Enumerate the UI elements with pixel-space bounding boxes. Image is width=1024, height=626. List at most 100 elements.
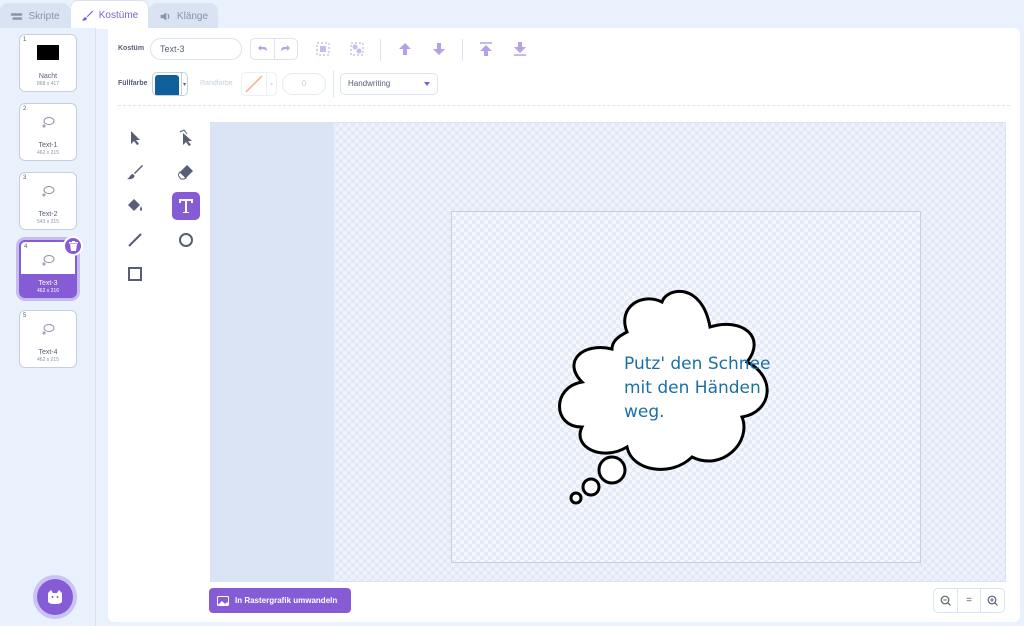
chevron-down-icon [424,82,430,86]
costume-name: Text-3 [38,280,58,287]
group-button[interactable] [314,40,332,58]
reshape-tool[interactable] [172,124,200,152]
toolbar-separator [333,71,334,97]
costume-item[interactable]: 3 Text-2 543 x 215 [19,172,77,230]
front-button[interactable] [477,40,495,58]
brush-icon [81,10,93,21]
chevron-down-icon: ▾ [266,73,276,95]
redo-button[interactable] [275,39,298,59]
fill-tool[interactable] [121,192,149,220]
costume-number: 4 [24,244,28,250]
costume-item[interactable]: 1 Nacht 868 x 417 [19,34,77,92]
redo-icon [280,45,290,51]
chevron-down-icon: ▾ [181,73,187,95]
arrow-down-icon [433,43,445,55]
costume-item[interactable]: 5 Text-4 462 x 215 [19,310,77,368]
trash-icon [68,241,78,251]
image-icon [217,595,229,606]
reshape-icon [179,129,192,146]
brush-icon [127,165,143,180]
font-dropdown[interactable]: Handwriting [340,73,438,95]
costume-number: 5 [23,313,27,319]
costume-size: 462 x 215 [37,150,59,156]
speaker-icon [160,12,170,21]
tab-sounds[interactable]: Klänge [149,3,218,29]
font-dropdown-value: Handwriting [348,79,391,88]
stage-area[interactable]: Putz' den Schnee mit den Händen weg. [451,211,921,563]
select-tool[interactable] [121,124,149,152]
costume-name: Text-2 [38,211,58,218]
costume-size: 462 x 215 [37,357,59,363]
costume-text[interactable]: Putz' den Schnee mit den Händen weg. [624,352,794,424]
costume-size: 868 x 417 [37,81,59,87]
tab-sounds-label: Klänge [176,11,209,22]
zoom-reset-button[interactable]: = [958,589,982,612]
outline-color-picker[interactable]: ▾ [241,72,277,96]
outline-width-input[interactable]: 0 [282,73,326,95]
eraser-tool[interactable] [172,158,200,186]
costume-name-input[interactable]: Text-3 [150,38,242,60]
line-icon [128,233,142,247]
ungroup-icon [350,42,364,56]
code-icon [11,13,23,20]
forward-button[interactable] [396,40,414,58]
fill-color-label: Füllfarbe [118,80,148,87]
no-color-icon [245,75,263,93]
tab-costumes-label: Kostüme [98,9,139,21]
thought-bubble-icon [42,324,55,335]
canvas-offstage-area [211,123,334,581]
costume-size: 543 x 215 [37,219,59,225]
backward-button[interactable] [430,40,448,58]
toolbar-separator [380,39,381,61]
toolbar-separator [462,39,463,61]
tab-code[interactable]: Skripte [0,3,70,29]
convert-to-bitmap-label: In Rastergrafik umwandeln [235,596,338,605]
costume-item[interactable]: 2 Text-1 462 x 215 [19,103,77,161]
tab-code-label: Skripte [28,11,60,22]
zoom-in-icon [987,595,999,606]
group-icon [316,42,330,56]
delete-costume-button[interactable] [63,236,83,256]
back-button[interactable] [511,40,529,58]
zoom-out-icon [940,595,951,606]
costume-number: 3 [23,175,27,181]
fill-color-picker[interactable]: ▾ [152,72,188,96]
zoom-out-button[interactable] [934,589,958,612]
arrow-top-icon [480,42,492,56]
undo-redo-group [250,38,298,60]
costume-item-selected[interactable]: 4 Text-3 462 x 216 [19,236,83,298]
paint-canvas[interactable]: Putz' den Schnee mit den Händen weg. [210,122,1006,582]
zoom-controls: = [933,588,1005,613]
paint-editor: Kostüm Text-3 Füllfarbe ▾ Randfarbe ▾ 0 … [108,28,1020,622]
costume-name: Nacht [38,73,58,80]
brush-tool[interactable] [121,158,149,186]
ungroup-button[interactable] [348,40,366,58]
add-costume-button[interactable] [37,579,73,615]
editor-tabs: Skripte Kostüme Klänge [0,0,1024,29]
costume-number: 1 [23,37,27,43]
convert-to-bitmap-button[interactable]: In Rastergrafik umwandeln [209,588,351,613]
thought-bubble-icon [42,255,55,266]
undo-button[interactable] [251,39,275,59]
thought-bubble-icon [42,117,55,128]
costume-number: 2 [23,106,27,112]
line-tool[interactable] [121,226,149,254]
costume-name: Text-1 [38,142,58,149]
text-icon [179,199,193,213]
costume-size: 462 x 216 [37,288,59,294]
costume-label: Kostüm [118,45,145,52]
costume-thumbnail [37,45,59,60]
toolbar-divider [118,105,1010,106]
text-tool[interactable] [172,192,200,220]
arrow-up-icon [399,43,411,55]
tab-costumes[interactable]: Kostüme [70,0,149,29]
rectangle-icon [128,267,142,281]
circle-tool[interactable] [172,226,200,254]
eraser-icon [178,165,193,180]
zoom-in-button[interactable] [981,589,1004,612]
toolbar-row-1: Kostüm Text-3 [108,36,1020,62]
thought-bubble-icon [42,186,55,197]
arrow-bottom-icon [514,42,526,56]
circle-icon [179,233,193,247]
rectangle-tool[interactable] [121,260,149,288]
